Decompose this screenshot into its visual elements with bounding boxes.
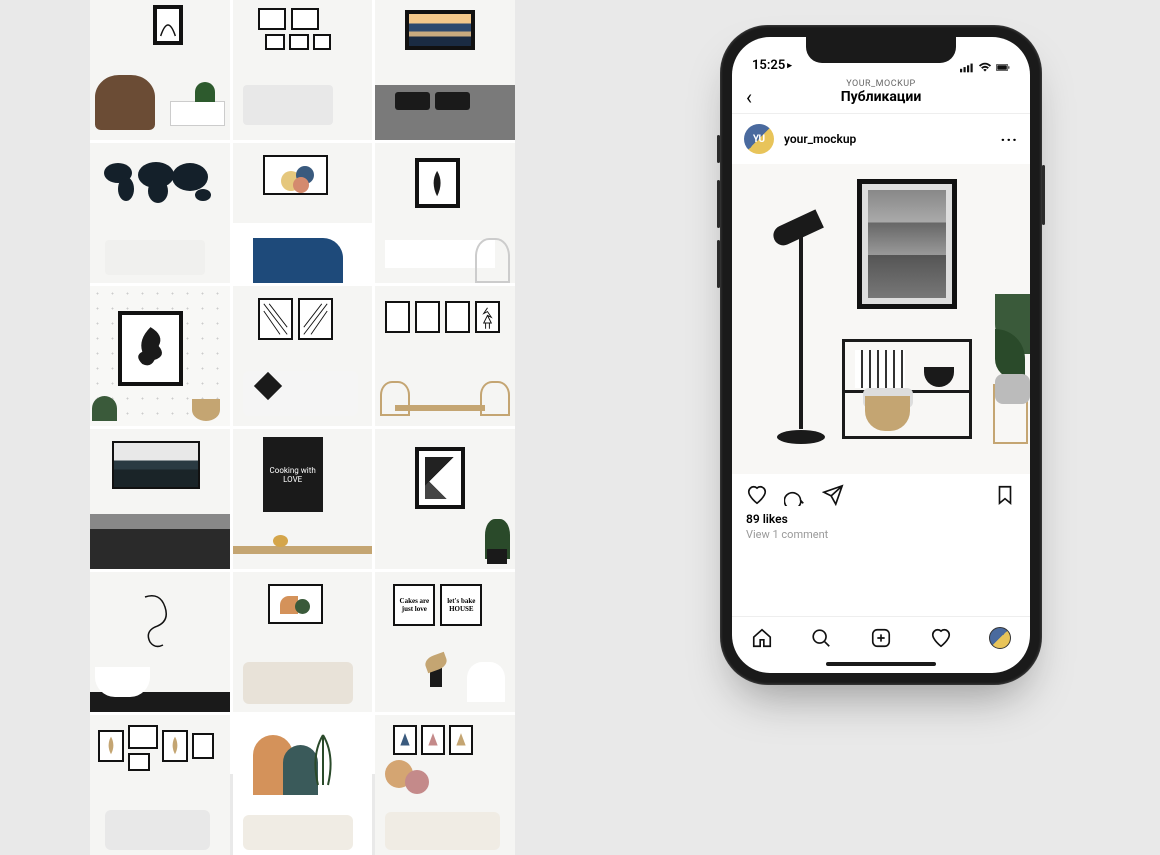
grid-tile[interactable]: Cakes are just love let's bake HOUSE: [375, 572, 515, 712]
status-play-icon: ▸: [787, 61, 792, 71]
grid-tile[interactable]: [90, 572, 230, 712]
post-meta: 89 likes View 1 comment: [732, 512, 1030, 551]
frame-text: Cakes are just love: [399, 590, 429, 620]
nav-title: Публикации: [732, 89, 1030, 105]
grid-tile[interactable]: [375, 0, 515, 140]
likes-count[interactable]: 89 likes: [746, 512, 1016, 526]
signal-icon: [960, 62, 974, 73]
nav-header: ‹ YOUR_MOCKUP Публикации: [732, 75, 1030, 114]
back-icon[interactable]: ‹: [746, 85, 752, 109]
grid-tile[interactable]: [90, 429, 230, 569]
nav-subtitle: YOUR_MOCKUP: [732, 79, 1030, 89]
grid-tile[interactable]: [375, 143, 515, 283]
grid-tile[interactable]: [90, 286, 230, 426]
phone-notch: [806, 37, 956, 63]
nav-activity-icon[interactable]: [930, 627, 952, 649]
wifi-icon: [978, 62, 992, 73]
grid-tile[interactable]: [375, 286, 515, 426]
comment-icon[interactable]: [784, 484, 806, 506]
shelf-unit: [842, 339, 972, 439]
bottom-nav: [732, 616, 1030, 655]
phone-mockup: 15:25 ▸ ‹ YOUR_MOCKUP Публикации YU your…: [720, 25, 1042, 685]
post-username[interactable]: your_mockup: [784, 132, 991, 146]
grid-tile[interactable]: Cooking with LOVE: [233, 429, 373, 569]
view-comments[interactable]: View 1 comment: [746, 528, 1016, 541]
post-header: YU your_mockup ···: [732, 114, 1030, 164]
grid-tile[interactable]: [375, 429, 515, 569]
post-image[interactable]: [732, 164, 1030, 474]
nav-new-post-icon[interactable]: [870, 627, 892, 649]
avatar[interactable]: YU: [744, 124, 774, 154]
bookmark-icon[interactable]: [994, 484, 1016, 506]
grid-tile[interactable]: [233, 286, 373, 426]
more-icon[interactable]: ···: [1001, 130, 1018, 149]
chalkboard-text: Cooking with LOVE: [263, 437, 323, 512]
status-time: 15:25: [752, 58, 785, 73]
grid-tile[interactable]: [233, 715, 373, 855]
home-indicator[interactable]: [732, 655, 1030, 673]
grid-tile[interactable]: [90, 143, 230, 283]
floor-lamp: [770, 209, 824, 248]
frame-text: let's bake HOUSE: [446, 590, 476, 620]
post-actions: [732, 474, 1030, 512]
image-grid: Cooking with LOVE Cakes are just love le…: [90, 0, 515, 774]
grid-tile[interactable]: [233, 572, 373, 712]
nav-search-icon[interactable]: [810, 627, 832, 649]
like-icon[interactable]: [746, 484, 768, 506]
nav-home-icon[interactable]: [751, 627, 773, 649]
battery-icon: [996, 62, 1010, 73]
grid-tile[interactable]: [233, 0, 373, 140]
share-icon[interactable]: [822, 484, 844, 506]
grid-tile[interactable]: [90, 0, 230, 140]
grid-tile[interactable]: [233, 143, 373, 283]
framed-photo: [857, 179, 957, 309]
nav-profile-icon[interactable]: [989, 627, 1011, 649]
grid-tile[interactable]: [90, 715, 230, 855]
grid-tile[interactable]: [375, 715, 515, 855]
